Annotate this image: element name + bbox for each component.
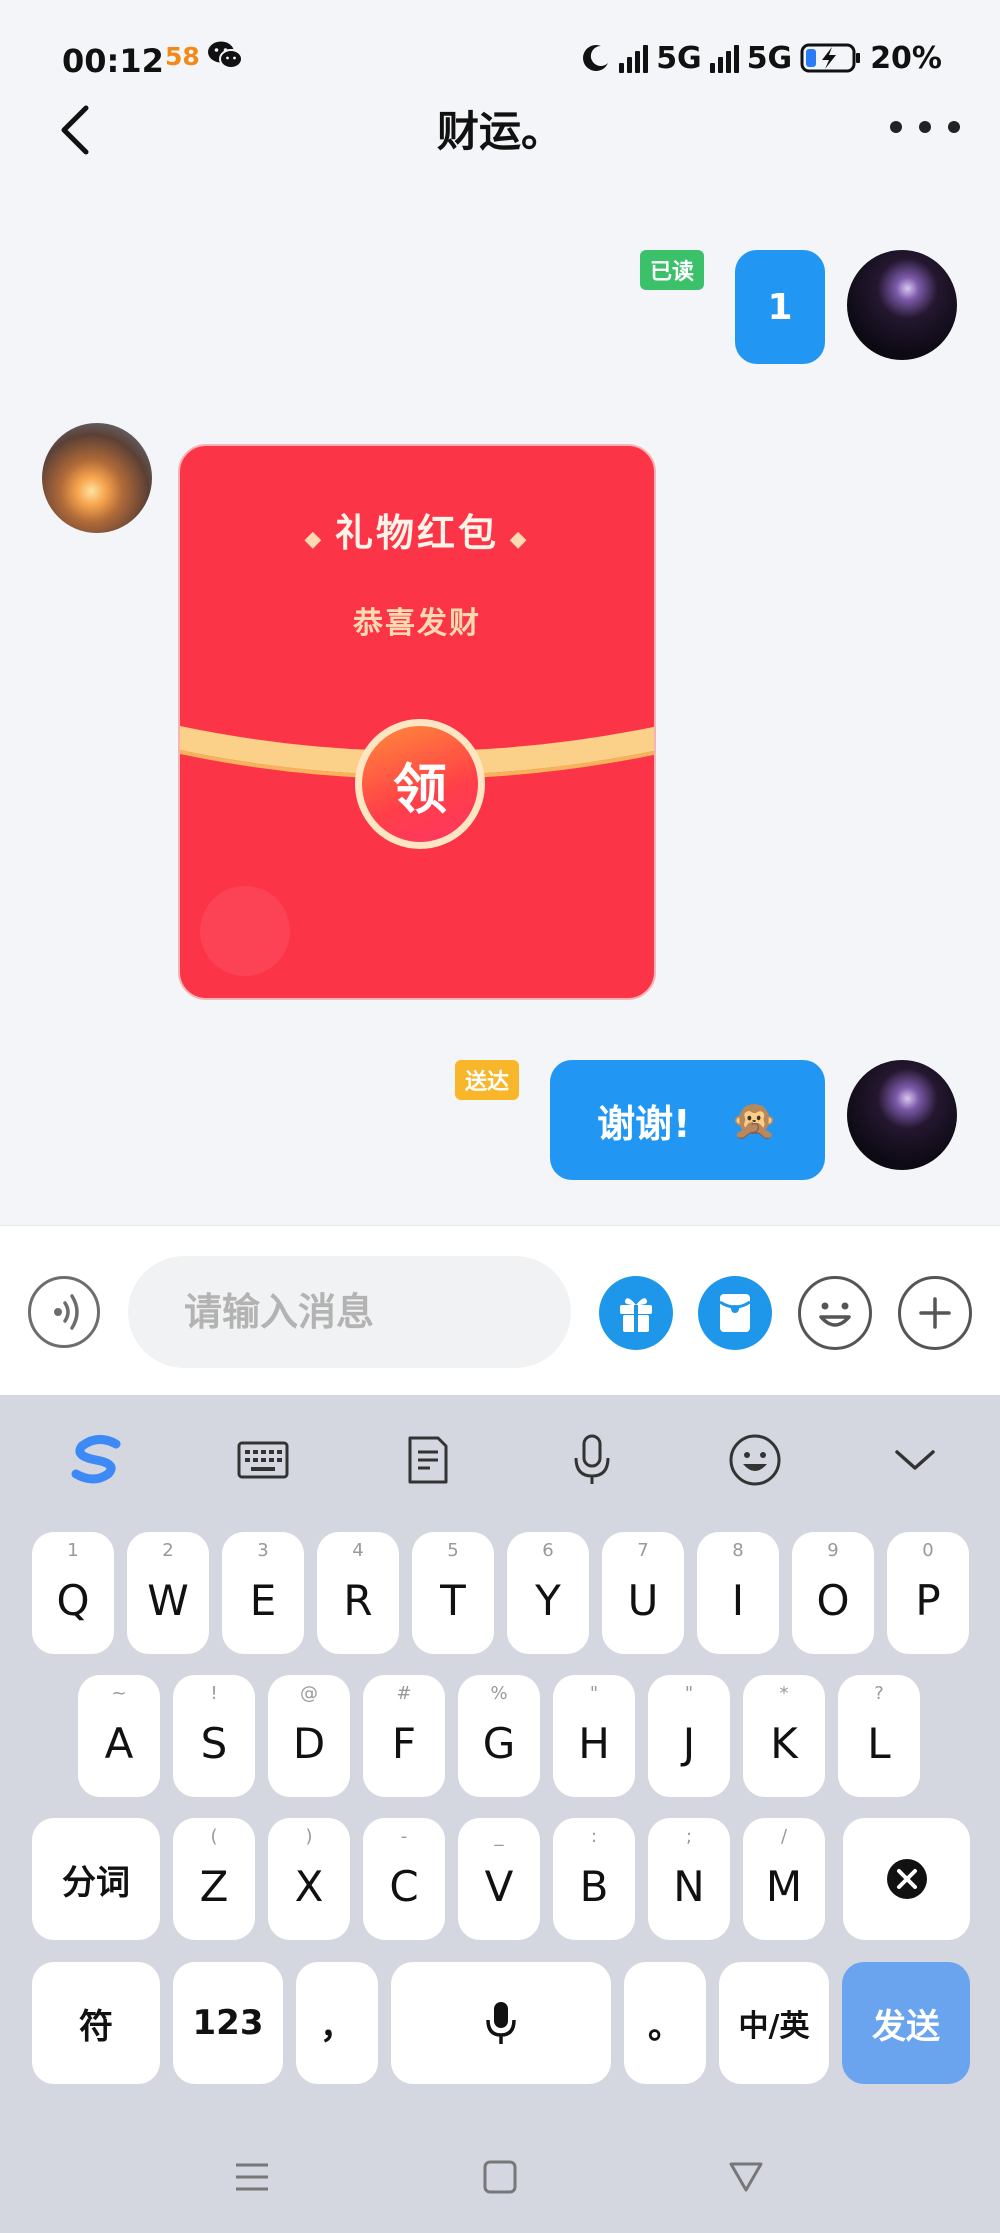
clipboard-icon[interactable] bbox=[398, 1430, 458, 1490]
red-packet-icon bbox=[719, 1294, 751, 1332]
key-h[interactable]: " H bbox=[553, 1675, 635, 1797]
keyboard-toolbar bbox=[0, 1395, 1000, 1525]
key-e[interactable]: 3E bbox=[222, 1532, 304, 1654]
message-input[interactable] bbox=[128, 1256, 571, 1368]
key-space-voice[interactable] bbox=[391, 1962, 611, 2084]
red-packet-button[interactable] bbox=[698, 1276, 772, 1350]
key-x[interactable]: ) X bbox=[268, 1818, 350, 1940]
key-r[interactable]: 4R bbox=[317, 1532, 399, 1654]
status-bar: 00:12 58 5G 5G 20% bbox=[0, 0, 1000, 110]
voice-input-button[interactable] bbox=[28, 1276, 100, 1348]
sogou-logo-icon[interactable] bbox=[68, 1430, 128, 1490]
key-q[interactable]: 1Q bbox=[32, 1532, 114, 1654]
keyboard: 1Q 2W 3E 4R 5T 6Y 7U 8I 9O 0P ~ A ! S @ D #… bbox=[0, 1395, 1000, 2233]
key-i[interactable]: 8I bbox=[697, 1532, 779, 1654]
red-packet-title: ◆ 礼物红包 ◆ bbox=[304, 511, 530, 555]
status-time: 00:12 bbox=[62, 42, 164, 80]
plus-button[interactable] bbox=[898, 1276, 972, 1350]
key-language-switch[interactable]: 中/英 bbox=[719, 1962, 829, 2084]
app-58-icon: 58 bbox=[165, 42, 200, 71]
self-avatar[interactable] bbox=[847, 250, 957, 360]
key-l[interactable]: ? L bbox=[838, 1675, 920, 1797]
key-split-word[interactable]: 分词 bbox=[32, 1818, 160, 1940]
backspace-icon bbox=[886, 1859, 927, 1899]
key-backspace[interactable] bbox=[843, 1818, 970, 1940]
key-z[interactable]: (Z bbox=[173, 1818, 255, 1940]
menu-icon[interactable] bbox=[232, 2157, 272, 2197]
red-packet-card[interactable]: ◆ 礼物红包 ◆ 恭喜发财 领 bbox=[178, 444, 656, 1000]
read-status-badge: 已读 bbox=[640, 250, 705, 290]
sent-message-bubble[interactable]: 谢谢! 🙊 bbox=[550, 1060, 825, 1180]
microphone-icon bbox=[486, 2002, 516, 2044]
smiley-icon bbox=[819, 1302, 851, 1327]
plus-icon bbox=[919, 1297, 951, 1329]
gift-icon bbox=[620, 1298, 652, 1332]
back-triangle-icon[interactable] bbox=[726, 2157, 766, 2197]
status-icons: 5G 5G 20% bbox=[581, 38, 942, 78]
key-b[interactable]: :B bbox=[553, 1818, 635, 1940]
network-label-2: 5G bbox=[746, 40, 793, 76]
key-o[interactable]: 9O bbox=[792, 1532, 874, 1654]
key-k[interactable]: * K bbox=[743, 1675, 825, 1797]
key-v[interactable]: _ V bbox=[458, 1818, 540, 1940]
chevron-down-icon[interactable] bbox=[885, 1430, 945, 1490]
key-f[interactable]: # F bbox=[363, 1675, 445, 1797]
monkey-emoji-icon: 🙊 bbox=[730, 1097, 778, 1142]
key-t[interactable]: 5T bbox=[412, 1532, 494, 1654]
key-j[interactable]: " J bbox=[648, 1675, 730, 1797]
key-n[interactable]: ; N bbox=[648, 1818, 730, 1940]
key-y[interactable]: 6Y bbox=[507, 1532, 589, 1654]
message-text: 谢谢! bbox=[597, 1101, 691, 1146]
key-d[interactable]: @ D bbox=[268, 1675, 350, 1797]
input-bar bbox=[0, 1225, 1000, 1395]
more-options-button[interactable] bbox=[890, 112, 960, 142]
key-p[interactable]: 0P bbox=[887, 1532, 969, 1654]
microphone-icon[interactable] bbox=[562, 1430, 622, 1490]
contact-avatar[interactable] bbox=[42, 423, 152, 533]
moon-icon bbox=[583, 45, 609, 71]
key-s[interactable]: ! S bbox=[173, 1675, 255, 1797]
emoji-icon[interactable] bbox=[725, 1430, 785, 1490]
key-c[interactable]: -C bbox=[363, 1818, 445, 1940]
navigation-bar bbox=[0, 2123, 1000, 2233]
sound-wave-icon bbox=[54, 1294, 79, 1330]
battery-percent: 20% bbox=[870, 40, 942, 76]
emoji-button[interactable] bbox=[798, 1276, 872, 1350]
signal-icon-2 bbox=[709, 43, 739, 73]
key-period[interactable]: 。 bbox=[624, 1962, 706, 2084]
red-packet-greeting: 恭喜发财 bbox=[353, 606, 481, 641]
key-w[interactable]: 2W bbox=[127, 1532, 209, 1654]
red-packet-decoration bbox=[200, 886, 290, 976]
gift-button[interactable] bbox=[599, 1276, 673, 1350]
sent-message-bubble[interactable]: 1 bbox=[735, 250, 825, 364]
key-g[interactable]: % G bbox=[458, 1675, 540, 1797]
keyboard-icon[interactable] bbox=[233, 1430, 293, 1490]
home-icon[interactable] bbox=[480, 2157, 520, 2197]
self-avatar[interactable] bbox=[847, 1060, 957, 1170]
battery-charging-icon bbox=[800, 43, 861, 73]
key-m[interactable]: / M bbox=[743, 1818, 825, 1940]
signal-icon-1 bbox=[619, 43, 649, 73]
delivered-status-badge: 送达 bbox=[455, 1060, 520, 1100]
key-u[interactable]: 7U bbox=[602, 1532, 684, 1654]
key-send[interactable]: 发送 bbox=[842, 1962, 970, 2084]
chat-title: 财运。 bbox=[436, 107, 563, 156]
key-symbols[interactable]: 符 bbox=[32, 1962, 160, 2084]
key-comma[interactable]: ， bbox=[296, 1962, 378, 2084]
key-numbers[interactable]: 123 bbox=[173, 1962, 283, 2084]
wechat-icon bbox=[208, 41, 243, 69]
claim-button[interactable]: 领 bbox=[355, 719, 485, 849]
network-label-1: 5G bbox=[656, 40, 702, 76]
key-a[interactable]: ~ A bbox=[78, 1675, 160, 1797]
